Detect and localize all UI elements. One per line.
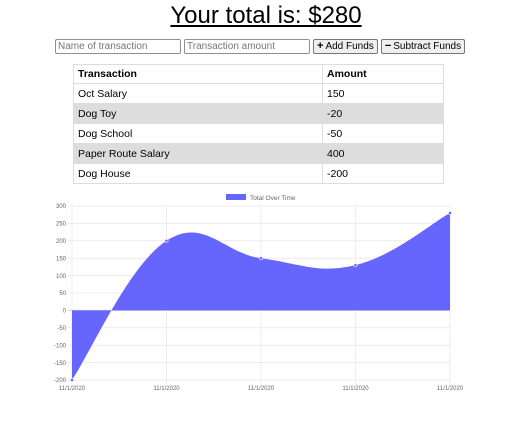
data-point[interactable] bbox=[70, 378, 74, 382]
transaction-name-cell: Oct Salary bbox=[73, 83, 323, 104]
data-point[interactable] bbox=[164, 238, 169, 243]
minus-icon: − bbox=[384, 40, 392, 52]
y-tick-label: 200 bbox=[56, 239, 67, 245]
transaction-name-cell: Dog School bbox=[73, 123, 323, 144]
y-tick-label: 100 bbox=[56, 274, 67, 280]
data-point[interactable] bbox=[448, 211, 452, 215]
legend-swatch[interactable] bbox=[226, 194, 246, 200]
transactions-table: Transaction Amount Oct Salary 150 Dog To… bbox=[73, 64, 444, 184]
y-tick-label: -200 bbox=[54, 378, 67, 384]
x-tick-label: 11/1/2020 bbox=[59, 386, 86, 392]
total-heading: Your total is: $280 bbox=[170, 2, 362, 29]
x-tick-label: 11/1/2020 bbox=[437, 386, 464, 392]
transaction-amount-input[interactable] bbox=[184, 39, 310, 54]
table-row: Paper Route Salary 400 bbox=[73, 143, 444, 164]
column-header-transaction: Transaction bbox=[73, 64, 323, 84]
x-tick-label: 11/1/2020 bbox=[153, 386, 180, 392]
plus-icon: + bbox=[317, 40, 324, 52]
table-header-row: Transaction Amount bbox=[73, 64, 444, 84]
transaction-amount-cell: -200 bbox=[322, 163, 444, 184]
y-tick-label: -100 bbox=[54, 343, 67, 349]
add-funds-label: Add Funds bbox=[325, 41, 374, 52]
table-row: Dog School -50 bbox=[73, 123, 444, 144]
transaction-name-cell: Paper Route Salary bbox=[73, 143, 323, 164]
y-tick-label: -50 bbox=[57, 326, 66, 332]
transaction-amount-cell: 400 bbox=[322, 143, 444, 164]
y-tick-label: 50 bbox=[59, 291, 66, 297]
transaction-name-input[interactable] bbox=[55, 39, 181, 54]
transaction-amount-cell: -50 bbox=[322, 123, 444, 144]
transaction-amount-cell: 150 bbox=[322, 83, 444, 104]
data-point[interactable] bbox=[259, 256, 263, 261]
add-funds-button[interactable]: + Add Funds bbox=[313, 39, 378, 54]
transaction-form: + Add Funds − Subtract Funds bbox=[55, 39, 466, 54]
x-tick-label: 11/1/2020 bbox=[342, 386, 369, 392]
y-tick-label: 300 bbox=[56, 204, 67, 210]
table-row: Oct Salary 150 bbox=[73, 83, 444, 104]
subtract-funds-button[interactable]: − Subtract Funds bbox=[380, 39, 466, 54]
table-row: Dog House -200 bbox=[73, 163, 444, 184]
legend-label[interactable]: Total Over Time bbox=[250, 195, 296, 202]
data-point[interactable] bbox=[353, 263, 358, 268]
subtract-funds-label: Subtract Funds bbox=[393, 41, 462, 52]
total-over-time-chart: 300 250 200 150 100 50 0 -50 -100 -150 -200 11/1/20… bbox=[54, 194, 464, 392]
transaction-name-cell: Dog Toy bbox=[73, 103, 323, 124]
table-row: Dog Toy -20 bbox=[73, 103, 444, 124]
y-tick-label: -150 bbox=[54, 361, 67, 367]
transaction-amount-cell: -20 bbox=[322, 103, 444, 124]
y-tick-label: 250 bbox=[56, 222, 67, 228]
x-tick-label: 11/1/2020 bbox=[248, 386, 275, 392]
transaction-name-cell: Dog House bbox=[73, 163, 323, 184]
y-tick-label: 150 bbox=[56, 256, 67, 262]
y-tick-label: 0 bbox=[63, 309, 67, 315]
column-header-amount: Amount bbox=[322, 64, 444, 84]
